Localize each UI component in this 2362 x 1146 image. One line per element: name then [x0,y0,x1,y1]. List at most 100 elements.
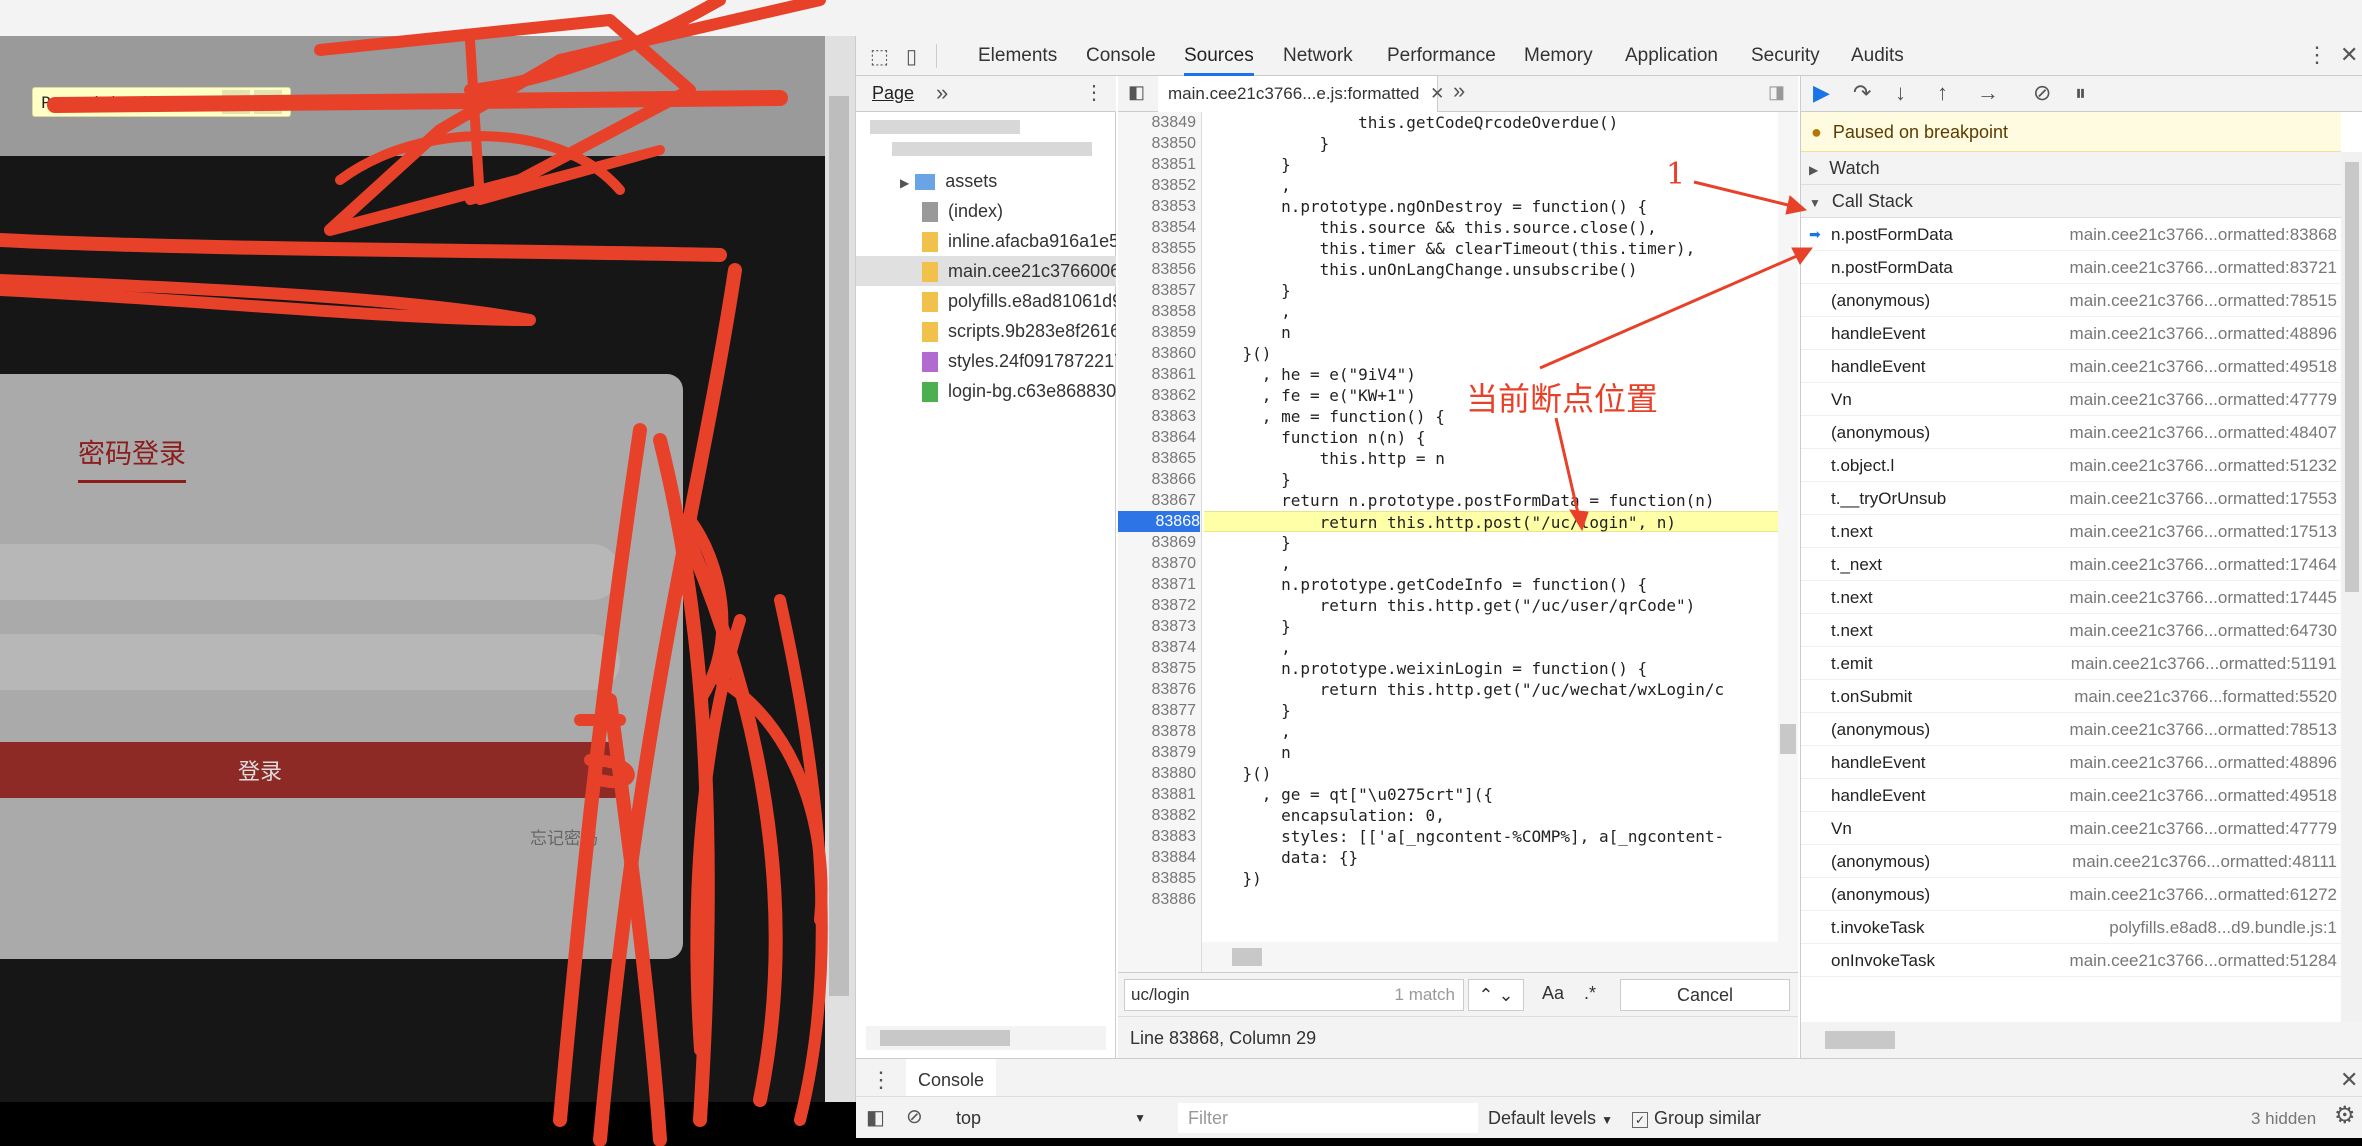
code-vscrollbar[interactable] [1778,112,1798,972]
call-stack-section-header[interactable]: ▼ Call Stack [1801,185,2341,218]
username-field[interactable] [0,544,620,600]
frame-location[interactable]: main.cee21c3766...ormatted:47779 [2070,383,2337,416]
find-prev-icon[interactable]: ⌃ [1478,985,1493,1005]
tree-item-main-js[interactable]: main.cee21c3766006 [856,256,1116,286]
line-number[interactable]: 83882 [1118,805,1197,826]
regex-button[interactable]: .* [1584,983,1596,1004]
step-out-icon[interactable]: ↑ [1937,80,1948,106]
line-number[interactable]: 83858 [1118,301,1197,322]
line-number[interactable]: 83863 [1118,406,1197,427]
line-number[interactable]: 83860 [1118,343,1197,364]
pause-on-exceptions-icon[interactable]: ⏸ [2075,80,2086,106]
frame-location[interactable]: main.cee21c3766...ormatted:17445 [2070,581,2337,614]
page-scrollbar[interactable] [825,36,855,1102]
line-number[interactable]: 83880 [1118,763,1197,784]
call-stack-frame[interactable]: handleEvent main.cee21c3766...ormatted:48… [1801,317,2341,350]
line-number[interactable]: 83855 [1118,238,1197,259]
call-stack-frame[interactable]: (anonymous) main.cee21c3766...ormatted:61… [1801,878,2341,911]
line-number[interactable]: 83885 [1118,868,1197,889]
line-number[interactable]: 83884 [1118,847,1197,868]
frame-location[interactable]: main.cee21c3766...ormatted:78515 [2070,284,2337,317]
call-stack-frame[interactable]: t._next main.cee21c3766...ormatted:17464 [1801,548,2341,581]
frame-location[interactable]: main.cee21c3766...ormatted:47779 [2070,812,2337,845]
call-stack-frame[interactable]: ➡ n.postFormData main.cee21c3766...ormatte… [1801,218,2341,251]
clear-console-icon[interactable]: ⊘ [906,1104,923,1129]
call-stack-frame[interactable]: onInvokeTask main.cee21c3766...ormatted:5… [1801,944,2341,977]
line-number[interactable]: 83861 [1118,364,1197,385]
tab-memory[interactable]: Memory [1524,36,1593,76]
tree-item-scripts-js[interactable]: scripts.9b283e8f2616 [856,316,1116,346]
find-input[interactable]: uc/login 1 match [1124,979,1464,1011]
call-stack-frame[interactable]: (anonymous) main.cee21c3766...ormatted:48… [1801,845,2341,878]
login-title[interactable]: 密码登录 [78,432,186,471]
close-tab-icon[interactable]: ✕ [1430,84,1444,103]
line-number[interactable]: 83883 [1118,826,1197,847]
more-menu-icon[interactable]: ⋮ [2306,42,2328,68]
line-number[interactable]: 83874 [1118,637,1197,658]
resume-icon[interactable]: ▶ [222,90,251,114]
tree-item-assets[interactable]: ▶ assets [856,166,1116,196]
close-drawer-icon[interactable]: ✕ [2340,1067,2358,1093]
line-number[interactable]: 83865 [1118,448,1197,469]
line-number[interactable]: 83876 [1118,679,1197,700]
tab-application[interactable]: Application [1625,36,1718,76]
line-number[interactable]: 83879 [1118,742,1197,763]
tree-item-inline-js[interactable]: inline.afacba916a1e5 [856,226,1116,256]
drawer-tab-console[interactable]: Console [906,1059,997,1101]
call-stack-frame[interactable]: t.object.l main.cee21c3766...ormatted:512… [1801,449,2341,482]
line-number[interactable]: 83878 [1118,721,1197,742]
group-similar-checkbox[interactable]: ✓ Group similar [1632,1103,1761,1133]
find-next-icon[interactable]: ⌄ [1499,985,1514,1005]
toggle-navigator-icon[interactable]: ◧ [1128,82,1145,103]
more-tabs-icon[interactable]: » [936,80,948,106]
line-number[interactable]: 83871 [1118,574,1197,595]
password-field[interactable] [0,634,620,690]
call-stack-frame[interactable]: handleEvent main.cee21c3766...ormatted:48… [1801,746,2341,779]
call-stack-frame[interactable]: n.postFormData main.cee21c3766...ormatted… [1801,251,2341,284]
navigator-menu-icon[interactable]: ⋮ [1084,80,1104,105]
tab-security[interactable]: Security [1751,36,1820,76]
frame-location[interactable]: main.cee21c3766...ormatted:17464 [2070,548,2337,581]
frame-location[interactable]: main.cee21c3766...ormatted:17553 [2070,482,2337,515]
code-content[interactable]: this.getCodeQrcodeOverdue() } } , n.prot… [1204,112,1798,972]
frame-location[interactable]: main.cee21c3766...ormatted:49518 [2070,350,2337,383]
checkbox-checked-icon[interactable]: ✓ [1632,1112,1648,1128]
tab-elements[interactable]: Elements [978,36,1057,76]
line-number[interactable]: 83870 [1118,553,1197,574]
frame-location[interactable]: main.cee21c3766...ormatted:83721 [2070,251,2337,284]
line-number[interactable]: 83872 [1118,595,1197,616]
call-stack-frame[interactable]: t.next main.cee21c3766...ormatted:17445 [1801,581,2341,614]
line-number[interactable]: 83859 [1118,322,1197,343]
line-number[interactable]: 83877 [1118,700,1197,721]
frame-location[interactable]: main.cee21c3766...ormatted:51232 [2070,449,2337,482]
tree-item-polyfills-js[interactable]: polyfills.e8ad81061d9 [856,286,1116,316]
tree-item-styles[interactable]: styles.24f0917872217 [856,346,1116,376]
tab-console[interactable]: Console [1086,36,1156,76]
call-stack-frame[interactable]: (anonymous) main.cee21c3766...ormatted:78… [1801,713,2341,746]
console-settings-gear-icon[interactable]: ⚙ [2334,1101,2356,1130]
call-stack-frame[interactable]: t.__tryOrUnsub main.cee21c3766...ormatted… [1801,482,2341,515]
step-over-icon[interactable]: ↷ [1853,80,1871,106]
page-scrollbar-thumb[interactable] [829,96,849,996]
frame-location[interactable]: main.cee21c3766...ormatted:51284 [2070,944,2337,977]
debugger-hscroll-thumb[interactable] [1825,1031,1895,1049]
tree-item-login-bg[interactable]: login-bg.c63e868830 [856,376,1116,406]
line-number[interactable]: 83852 [1118,175,1197,196]
tab-performance[interactable]: Performance [1387,36,1496,76]
line-number[interactable]: 83849 [1118,112,1197,133]
code-vscroll-thumb[interactable] [1780,724,1796,754]
context-selector[interactable]: top ▼ [956,1103,1154,1133]
call-stack-frame[interactable]: t.onSubmit main.cee21c3766...formatted:55… [1801,680,2341,713]
line-number[interactable]: 83866 [1118,469,1197,490]
forgot-password-link[interactable]: 忘记密码 [530,824,598,849]
editor-file-tab[interactable]: main.cee21c3766...e.js:formatted ✕ [1158,76,1444,112]
step-into-icon[interactable]: ↓ [1895,80,1906,106]
call-stack-frame[interactable]: Vn main.cee21c3766...ormatted:47779 [1801,383,2341,416]
call-stack-frame[interactable]: handleEvent main.cee21c3766...ormatted:49… [1801,350,2341,383]
frame-location[interactable]: main.cee21c3766...ormatted:83868 [2070,218,2337,251]
line-number-gutter[interactable]: 83849 83850 83851 83852 83853 83854 83855 83856… [1118,112,1202,972]
console-filter-input[interactable]: Filter [1178,1103,1478,1133]
frame-location[interactable]: main.cee21c3766...ormatted:61272 [2070,878,2337,911]
call-stack-frame[interactable]: (anonymous) main.cee21c3766...ormatted:78… [1801,284,2341,317]
line-number[interactable]: 83857 [1118,280,1197,301]
